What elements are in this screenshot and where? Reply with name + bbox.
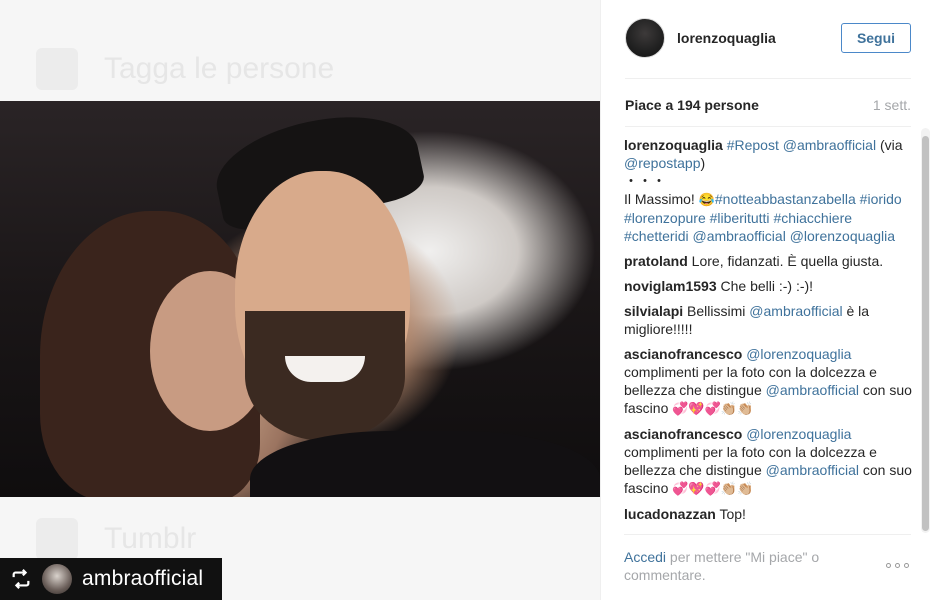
list-item: ascianofrancesco @lorenzoquaglia complim…: [624, 425, 912, 498]
likes-count[interactable]: Piace a 194 persone: [625, 97, 759, 113]
comment-text: Bellissimi: [687, 303, 750, 319]
header-divider: [625, 78, 911, 79]
comments-scrollbar[interactable]: [921, 128, 930, 533]
ellipsis-dot: [904, 563, 909, 568]
comment-mention[interactable]: @ambraofficial: [749, 303, 842, 319]
caption-tag-0[interactable]: #notteabbastanzabella: [715, 191, 856, 207]
comment-text: Top!: [719, 506, 746, 522]
ghost-tumblr-label: Tumblr: [104, 522, 197, 555]
caption-tag-3[interactable]: #liberitutti: [710, 210, 770, 226]
caption-username[interactable]: lorenzoquaglia: [624, 137, 723, 153]
post-photo[interactable]: [0, 101, 600, 497]
avatar[interactable]: [625, 18, 665, 58]
ghost-tumblr: Tumblr: [36, 518, 196, 560]
repost-badge: ambraofficial: [0, 558, 222, 600]
comments-list: lorenzoquaglia #Repost @ambraofficial (v…: [624, 136, 912, 533]
post-time[interactable]: 1 sett.: [873, 97, 911, 113]
tag-person-icon: [36, 48, 78, 90]
ellipsis-icon[interactable]: [886, 563, 912, 571]
comment-mention[interactable]: @lorenzoquaglia: [746, 346, 851, 362]
login-prompt: Accedi per mettere "Mi piace" o commenta…: [624, 548, 854, 584]
footer-divider: [624, 534, 911, 535]
comment-text: Lore, fidanzati. È quella giusta.: [691, 253, 884, 269]
caption-mention-ambra[interactable]: @ambraofficial: [783, 137, 876, 153]
comment-mention-2[interactable]: @ambraofficial: [766, 462, 859, 478]
list-item: lucadonazzan Top!: [624, 505, 912, 523]
caption-mention-repostapp[interactable]: @repostapp: [624, 155, 700, 171]
caption-mention-lorenzo[interactable]: @lorenzoquaglia: [790, 228, 895, 244]
list-item: pratoland Lore, fidanzati. È quella gius…: [624, 252, 912, 270]
comment-username[interactable]: noviglam1593: [624, 278, 717, 294]
tumblr-icon: [36, 518, 78, 560]
ellipsis-dot: [886, 563, 891, 568]
scrollbar-thumb[interactable]: [922, 136, 929, 531]
caption-line2: Il Massimo!: [624, 191, 699, 207]
ghost-tag-people: Tagga le persone: [36, 48, 334, 90]
caption-via: (via: [876, 137, 903, 153]
comment-mention-2[interactable]: @ambraofficial: [766, 382, 859, 398]
list-item: ascianofrancesco @lorenzoquaglia complim…: [624, 345, 912, 418]
laugh-emoji: 😂: [698, 192, 715, 207]
ellipsis-dot: [895, 563, 900, 568]
comment-username[interactable]: silvialapi: [624, 303, 683, 319]
list-item: silvialapi Bellissimi @ambraofficial è l…: [624, 302, 912, 338]
comment-username[interactable]: pratoland: [624, 253, 688, 269]
repost-avatar: [42, 564, 72, 594]
stats-divider: [625, 126, 911, 127]
caption-tag-5[interactable]: #chetteridi: [624, 228, 689, 244]
login-link[interactable]: Accedi: [624, 549, 666, 565]
post-header: lorenzoquaglia Segui: [625, 17, 911, 59]
caption-mention-ambra-2[interactable]: @ambraofficial: [692, 228, 785, 244]
photo-jacket: [250, 431, 600, 497]
comment-username[interactable]: ascianofrancesco: [624, 426, 742, 442]
list-item: noviglam1593 Che belli :-) :-)!: [624, 277, 912, 295]
repost-icon: [12, 569, 30, 589]
caption-close-paren: ): [700, 155, 706, 171]
follow-button[interactable]: Segui: [841, 23, 911, 53]
heart-clap-emoji: 💞💖💞👏🏼👏🏼: [672, 481, 754, 496]
caption-tag-2[interactable]: #lorenzopure: [624, 210, 706, 226]
repost-username: ambraofficial: [82, 567, 204, 590]
comment-mention[interactable]: @lorenzoquaglia: [746, 426, 851, 442]
caption-dots: ・・・: [624, 173, 666, 189]
post-stats: Piace a 194 persone 1 sett.: [625, 97, 911, 113]
comment-username[interactable]: ascianofrancesco: [624, 346, 742, 362]
caption-hashtag-repost[interactable]: #Repost: [727, 137, 779, 153]
heart-clap-emoji: 💞💖💞👏🏼👏🏼: [672, 401, 754, 416]
caption: lorenzoquaglia #Repost @ambraofficial (v…: [624, 136, 912, 245]
ghost-tag-people-label: Tagga le persone: [104, 52, 335, 85]
comment-text: Che belli :-) :-)!: [720, 278, 814, 294]
comment-username[interactable]: lucadonazzan: [624, 506, 716, 522]
post-username[interactable]: lorenzoquaglia: [677, 30, 841, 46]
post-media-area: Tagga le persone Tumblr ambraofficial: [0, 0, 600, 600]
caption-tag-4[interactable]: #chiacchiere: [773, 210, 852, 226]
caption-tag-1[interactable]: #iorido: [860, 191, 902, 207]
